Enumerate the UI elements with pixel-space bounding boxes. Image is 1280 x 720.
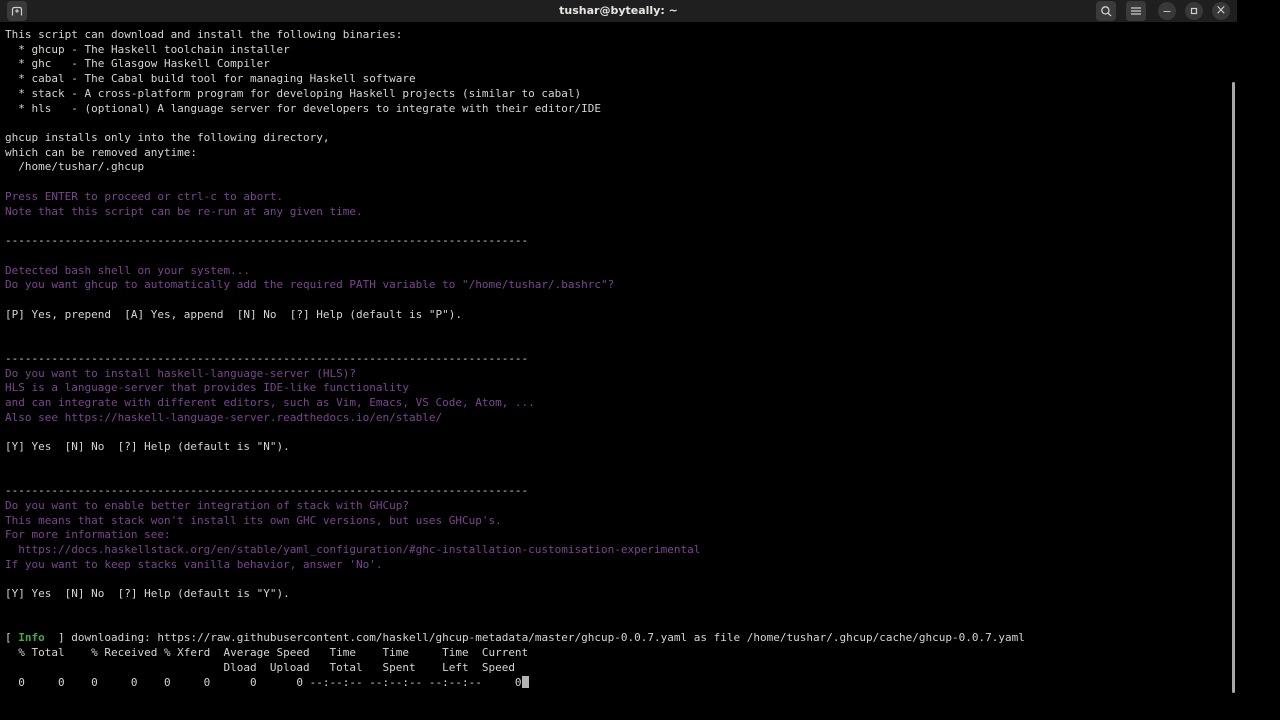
minimize-icon: − [1162, 4, 1172, 18]
terminal-line: [ Info ] downloading: https://raw.github… [5, 631, 1280, 646]
terminal-text-segment: * ghc - The Glasgow Haskell Compiler [5, 57, 270, 71]
terminal-line: ----------------------------------------… [5, 234, 1280, 249]
terminal-text-segment: * hls - (optional) A language server for… [5, 101, 602, 115]
terminal-text-segment: https://docs.haskellstack.org/en/stable/… [5, 543, 701, 557]
terminal-text-segment: * cabal - The Cabal build tool for manag… [5, 72, 416, 86]
terminal-text-segment: [Y] Yes [N] No [?] Help (default is "Y")… [5, 587, 290, 601]
terminal-line: Do you want to enable better integration… [5, 499, 1280, 514]
terminal-text-segment: ----------------------------------------… [5, 351, 529, 365]
terminal-text-segment: * stack - A cross-platform program for d… [5, 86, 582, 100]
restore-icon [1189, 6, 1199, 16]
terminal-text-segment: ghcup installs only into the following d… [5, 131, 330, 145]
terminal-line: Do you want to install haskell-language-… [5, 367, 1280, 382]
terminal-text-segment: Detected bash shell on your system... [5, 263, 251, 277]
minimize-button[interactable]: − [1158, 2, 1176, 20]
terminal-line: /home/tushar/.ghcup [5, 160, 1280, 175]
search-button[interactable] [1096, 1, 1116, 21]
terminal-line: * ghcup - The Haskell toolchain installe… [5, 43, 1280, 58]
terminal-text-segment: 0 0 0 0 0 0 0 0 --:--:-- --:--:-- --:--:… [5, 675, 522, 689]
close-button[interactable]: × [1212, 2, 1230, 20]
terminal-text-segment: * ghcup - The Haskell toolchain installe… [5, 42, 290, 56]
hamburger-menu-icon [1130, 6, 1142, 16]
terminal-line: [Y] Yes [N] No [?] Help (default is "Y")… [5, 587, 1280, 602]
new-tab-icon [10, 5, 24, 17]
terminal-text-segment: [ [5, 631, 19, 645]
close-icon: × [1215, 3, 1227, 18]
terminal-line: * hls - (optional) A language server for… [5, 102, 1280, 117]
terminal-line: * ghc - The Glasgow Haskell Compiler [5, 57, 1280, 72]
terminal-text-segment: If you want to keep stacks vanilla behav… [5, 557, 383, 571]
window-title: tushar@byteally: ~ [559, 4, 678, 17]
terminal-text-segment: HLS is a language-server that provides I… [5, 381, 409, 395]
menu-button[interactable] [1126, 1, 1146, 21]
terminal-line: * cabal - The Cabal build tool for manag… [5, 72, 1280, 87]
terminal-line: 0 0 0 0 0 0 0 0 --:--:-- --:--:-- --:--:… [5, 675, 1280, 691]
terminal-text-segment: Do you want to enable better integration… [5, 499, 409, 512]
terminal-line: % Total % Received % Xferd Average Speed… [5, 646, 1280, 661]
terminal-line: which can be removed anytime: [5, 146, 1280, 161]
terminal-text-segment: and can integrate with different editors… [5, 395, 535, 409]
terminal-line: Do you want ghcup to automatically add t… [5, 278, 1280, 293]
terminal-line: [P] Yes, prepend [A] Yes, append [N] No … [5, 308, 1280, 323]
terminal-text-segment: Do you want to install haskell-language-… [5, 366, 356, 380]
terminal-line: Detected bash shell on your system... [5, 264, 1280, 279]
terminal-text-segment: Dload Upload Total Spent Left Speed [5, 660, 515, 674]
terminal-line: ghcup installs only into the following d… [5, 131, 1280, 146]
terminal-text-segment: ----------------------------------------… [5, 484, 529, 498]
terminal-text-segment: ----------------------------------------… [5, 234, 529, 248]
terminal-text-segment: % Total % Received % Xferd Average Speed… [5, 646, 529, 660]
terminal-text-segment: This script can download and install the… [5, 28, 403, 41]
terminal-line: Press ENTER to proceed or ctrl-c to abor… [5, 190, 1280, 205]
terminal-text-segment: For more information see: [5, 528, 171, 542]
terminal-line: HLS is a language-server that provides I… [5, 381, 1280, 396]
new-tab-button[interactable] [7, 1, 27, 21]
terminal-line: Note that this script can be re-run at a… [5, 205, 1280, 220]
terminal-text-segment: Also see https://haskell-language-server… [5, 410, 443, 424]
terminal-text-segment: Press ENTER to proceed or ctrl-c to abor… [5, 189, 284, 203]
terminal-line: and can integrate with different editors… [5, 396, 1280, 411]
titlebar[interactable]: tushar@byteally: ~ − × [0, 0, 1237, 22]
terminal-line: ----------------------------------------… [5, 352, 1280, 367]
terminal-cursor [521, 675, 529, 688]
terminal-line: This script can download and install the… [5, 28, 1280, 43]
terminal-text-segment: Info [18, 631, 45, 645]
terminal-line: https://docs.haskellstack.org/en/stable/… [5, 543, 1280, 558]
terminal-text-segment: Note that this script can be re-run at a… [5, 204, 363, 218]
terminal-output[interactable]: This script can download and install the… [0, 22, 1280, 720]
terminal-text-segment: Do you want ghcup to automatically add t… [5, 278, 615, 292]
terminal-line: * stack - A cross-platform program for d… [5, 87, 1280, 102]
terminal-text-segment: which can be removed anytime: [5, 145, 198, 159]
scrollbar[interactable] [1232, 82, 1235, 693]
terminal-text-segment: This means that stack won't install its … [5, 513, 502, 527]
terminal-line: If you want to keep stacks vanilla behav… [5, 558, 1280, 573]
terminal-line: For more information see: [5, 528, 1280, 543]
search-icon [1100, 5, 1113, 18]
terminal-text-segment: [Y] Yes [N] No [?] Help (default is "N")… [5, 440, 290, 454]
terminal-line: This means that stack won't install its … [5, 514, 1280, 529]
terminal-line: ----------------------------------------… [5, 484, 1280, 499]
terminal-text-segment: ] downloading: https://raw.githubusercon… [44, 631, 1025, 645]
terminal-line: Also see https://haskell-language-server… [5, 411, 1280, 426]
terminal-text-segment: [P] Yes, prepend [A] Yes, append [N] No … [5, 307, 462, 321]
maximize-button[interactable] [1185, 2, 1203, 20]
terminal-line: Dload Upload Total Spent Left Speed [5, 661, 1280, 676]
terminal-text-segment: /home/tushar/.ghcup [5, 160, 145, 174]
terminal-line: [Y] Yes [N] No [?] Help (default is "N")… [5, 440, 1280, 455]
